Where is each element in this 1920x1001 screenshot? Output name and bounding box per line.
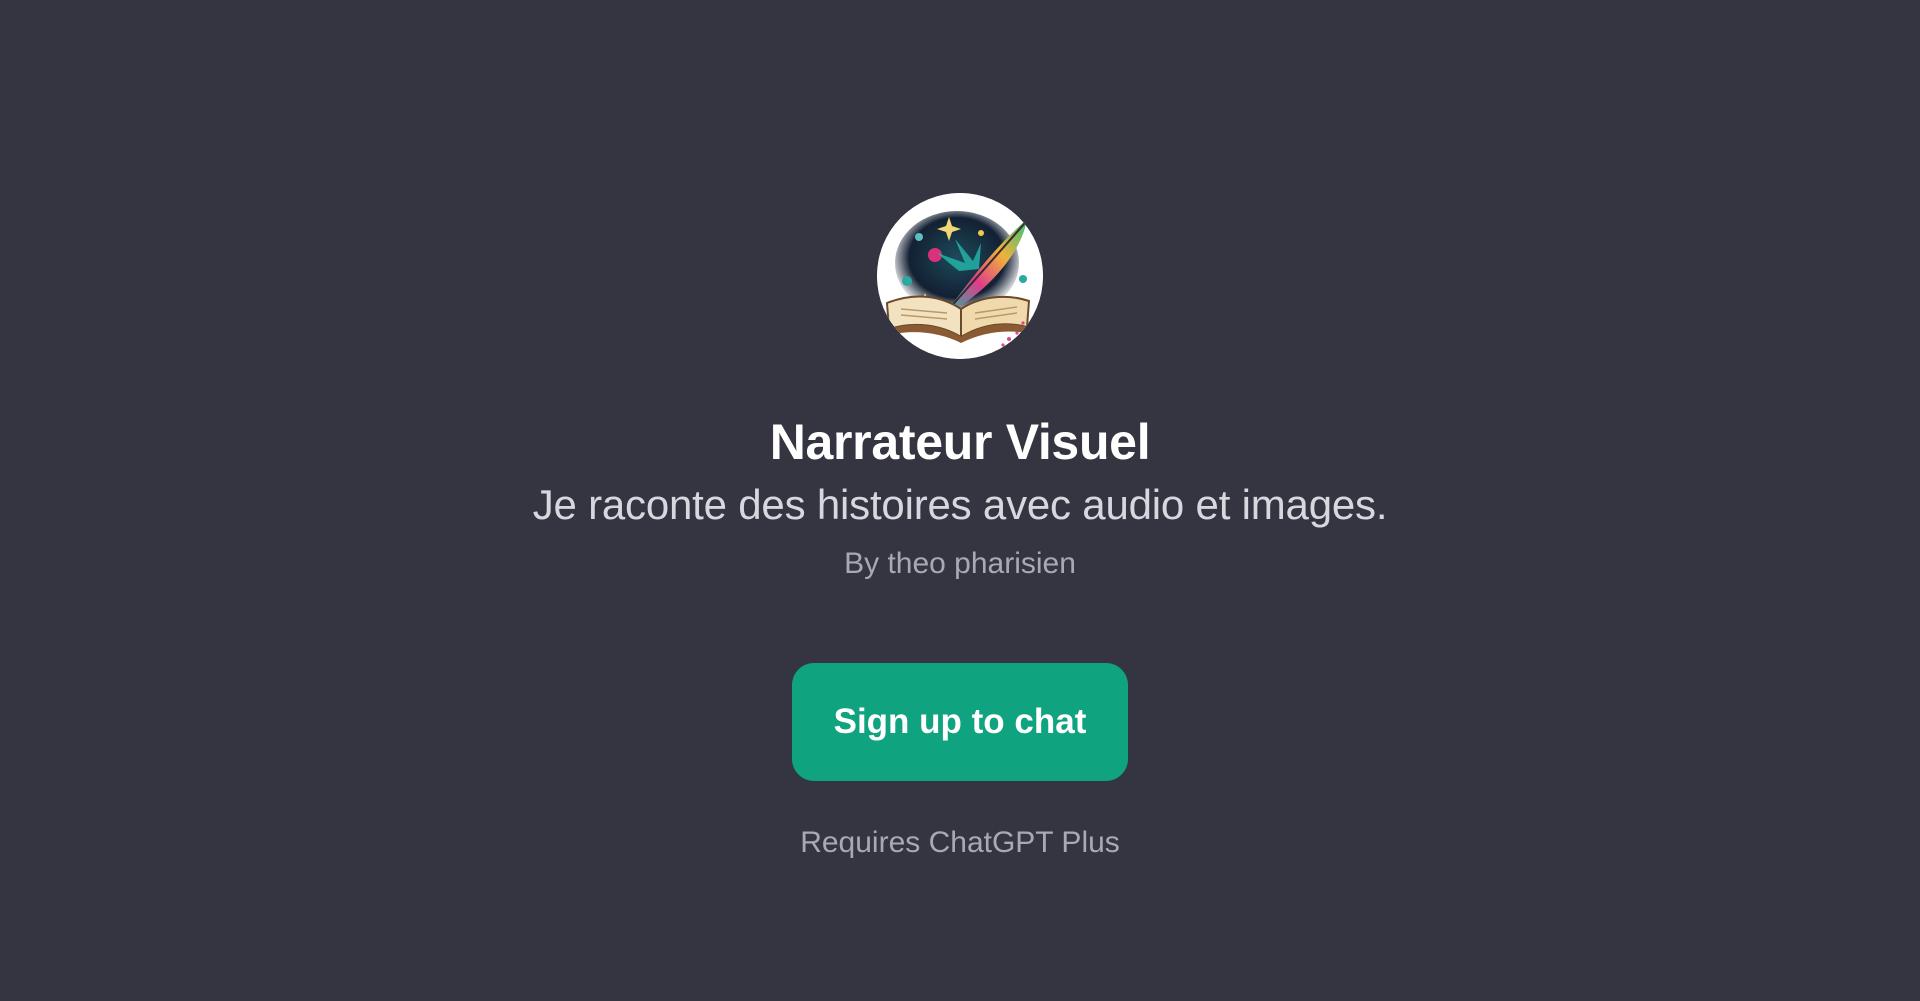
book-quill-illustration-icon <box>877 193 1043 359</box>
sign-up-to-chat-button[interactable]: Sign up to chat <box>792 663 1128 781</box>
gpt-avatar <box>877 193 1043 359</box>
gpt-landing-page: Narrateur Visuel Je raconte des histoire… <box>0 0 1920 1001</box>
gpt-title: Narrateur Visuel <box>769 414 1151 470</box>
gpt-description: Je raconte des histoires avec audio et i… <box>532 481 1388 528</box>
plan-requirement-note: Requires ChatGPT Plus <box>800 826 1120 859</box>
gpt-author: By theo pharisien <box>844 547 1076 580</box>
